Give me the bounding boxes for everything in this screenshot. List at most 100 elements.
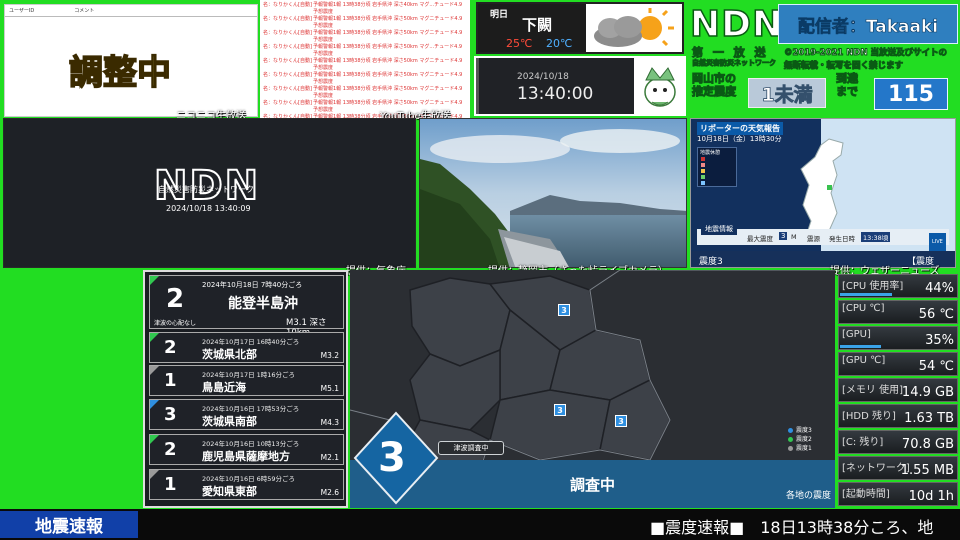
intensity-color-marker (150, 400, 159, 409)
item-intensity: 1 (164, 370, 177, 391)
wn-legend-title: 地震休憩 (700, 150, 721, 156)
chat-user: 名：なりかくん[自動] (263, 16, 312, 22)
stat-box: [ネットワーク] 1.55 MB (838, 456, 958, 480)
weather-condition: 下闕 (522, 16, 553, 34)
stat-usage-bar (840, 345, 881, 348)
weathernews-panel: リポーターの天気報告 10月18日（金）13時30分 地震休憩 地震情報 最大震… (690, 118, 956, 268)
stat-label: [起動時間] (842, 489, 890, 500)
clock-time: 13:40:00 (517, 84, 594, 104)
comments-header-comment: コメント (74, 8, 95, 14)
item-place: 茨城県北部 (202, 348, 257, 361)
item-magnitude: M5.1 (320, 384, 339, 393)
broadcaster-box: 配信者：Takaaki (778, 4, 958, 44)
stat-box: [GPU] 35% (838, 326, 958, 350)
stat-value: 1.55 MB (900, 463, 954, 478)
weather-panel: 明日 下闕 25℃ 20℃ (476, 2, 684, 54)
wn-time-value: 13:38頃 (861, 232, 891, 242)
chat-text: 予報警報1報 13時38分頃 岩手県沖 深さ50km マグニチュード4.9 予想… (313, 58, 463, 71)
copyright-line1: ©2019-2021 NDN 当放送及びサイトの (783, 48, 948, 59)
item-place: 愛知県東部 (202, 485, 257, 498)
item-datetime: 2024年10月16日 17時53分ごろ (202, 405, 300, 413)
latest-place: 能登半島沖 (228, 296, 298, 312)
chat-user: 名：なりかくん[自動] (263, 58, 312, 64)
stat-value: 44% (925, 281, 954, 296)
chat-row: 名：なりかくん[自動] 予報警報1報 13時38分頃 岩手県沖 深さ50km マグ… (263, 58, 467, 72)
wn-info-bar: 地震情報 最大震度 3 M 震源 発生日時 13:38頃 (697, 223, 949, 245)
comments-header-user: ユーザーID (9, 8, 35, 14)
chat-row: 名：なりかくん[自動] 予報警報1報 13時38分頃 岩手県沖 深さ50km マグ… (263, 16, 467, 30)
legend-dot (788, 437, 793, 442)
item-magnitude: M3.2 (320, 351, 339, 360)
stat-label: [GPU] (842, 329, 871, 340)
chat-row: 名：なりかくん[自動] 予報警報1報 13時38分頃 岩手県沖 深さ40km マグ… (263, 2, 467, 16)
intensity-color-marker (150, 435, 159, 444)
ticker-label: 地震速報 (0, 511, 138, 538)
map-legend: 震度3 震度2 震度1 (788, 426, 812, 453)
item-intensity: 2 (164, 439, 177, 460)
wn-brand: LIVE (929, 233, 946, 251)
city-intensity-label: 岡山市の推定震度 (692, 72, 737, 99)
live-camera-panel (419, 118, 687, 268)
item-place: 鳥島近海 (202, 381, 246, 394)
chat-row: 名：なりかくん[自動] 予報警報1報 13時38分頃 岩手県沖 深さ50km マグ… (263, 44, 467, 58)
cloudy-sun-icon (594, 8, 674, 47)
latest-tsunami: 津波の心配なし (154, 320, 197, 327)
chat-user: 名：なりかくん[自動] (263, 2, 312, 8)
item-magnitude: M2.6 (320, 488, 339, 497)
chat-user: 名：なりかくん[自動] (263, 72, 312, 78)
item-datetime: 2024年10月16日 10時13分ごろ (202, 440, 300, 448)
intensity-color-marker (150, 470, 159, 479)
ndn-video-timestamp: 2024/10/18 13:40:09 (166, 204, 251, 213)
earthquake-item: 2 2024年10月16日 10時13分ごろ 鹿児島県薩摩地方 M2.1 (149, 434, 344, 465)
item-datetime: 2024年10月17日 16時40分ごろ (202, 338, 300, 346)
clock-date: 2024/10/18 (517, 72, 569, 82)
latest-earthquake-card: 2 2024年10月18日 7時40分ごろ 能登半島沖 津波の心配なし M3.1… (149, 275, 344, 338)
stat-label: [CPU ℃] (842, 303, 885, 314)
chat-user: 名：なりかくん[自動] (263, 86, 312, 92)
intensity-map-panel: 3 3 3 調査中 各地の震度 津波調査中 3 震度3 震度2 震度1 (350, 270, 835, 508)
clock-panel: 2024/10/18 13:40:00 (474, 56, 686, 116)
item-place: 茨城県南部 (202, 415, 257, 428)
youtube-chat-panel: 名：なりかくん[自動] 予報警報1報 13時38分頃 岩手県沖 深さ40km マグ… (260, 0, 470, 118)
earthquake-item: 3 2024年10月16日 17時53分ごろ 茨城県南部 M4.3 (149, 399, 344, 430)
item-intensity: 2 (164, 337, 177, 358)
stat-value: 14.9 GB (901, 385, 954, 400)
stat-box: [C: 残り] 70.8 GB (838, 430, 958, 454)
chat-user: 名：なりかくん[自動] (263, 100, 312, 106)
chat-row: 名：なりかくん[自動] 予報警報1報 13時38分頃 岩手県沖 深さ50km マグ… (263, 72, 467, 86)
intensity-marker: 3 (554, 404, 566, 416)
item-intensity: 3 (164, 404, 177, 425)
news-ticker: 地震速報 ■震度速報■ 18日13時38分ころ、地 (0, 509, 960, 540)
wn-max-value: 3 (779, 232, 788, 240)
stat-value: 1.63 TB (904, 411, 954, 426)
legend-label: 震度2 (796, 436, 812, 443)
wn-time-label: 発生日時 (829, 235, 855, 243)
intensity-marker: 3 (615, 415, 627, 427)
legend-entry: 震度2 (788, 435, 812, 444)
stat-label: [ネットワーク] (842, 463, 910, 474)
legend-entry: 震度3 (788, 426, 812, 435)
chat-user: 名：なりかくん[自動] (263, 30, 312, 36)
comments-header: ユーザーID コメント (5, 5, 257, 17)
intensity-color-marker (150, 366, 159, 375)
wn-bottom-intensity: 震度3 (699, 257, 723, 267)
stat-box: [メモリ 使用] 14.9 GB (838, 378, 958, 402)
intensity-marker: 3 (558, 304, 570, 316)
chat-text: 予報警報1報 13時38分頃 岩手県沖 深さ50km マグ...チュード4.9 … (313, 44, 463, 57)
stat-value: 70.8 GB (901, 437, 954, 452)
stat-label: [HDD 残り] (842, 411, 896, 422)
chat-row: 名：なりかくん[自動] 予報警報1報 13時38分頃 岩手県沖 深さ50km マグ… (263, 30, 467, 44)
item-place: 鹿児島県薩摩地方 (202, 450, 290, 463)
stat-box: [HDD 残り] 1.63 TB (838, 404, 958, 428)
wn-legend: 地震休憩 (697, 147, 737, 187)
broadcaster-label: 配信者：Takaaki (797, 16, 939, 37)
ndn-header: NDN 配信者：Takaaki 第 一 放 送 自然災害防災ネットワーク ©20… (688, 0, 960, 118)
legend-label: 震度1 (796, 445, 812, 452)
mascot-icon (644, 67, 676, 107)
weather-day-label: 明日 (490, 10, 509, 20)
tsunami-status-badge: 津波調査中 (438, 441, 504, 455)
city-intensity-box: 1未満 (748, 78, 826, 108)
city-intensity-value: 1未満 (761, 83, 813, 106)
stat-box: [CPU 使用率] 44% (838, 274, 958, 298)
stat-label: [メモリ 使用] (842, 385, 903, 396)
